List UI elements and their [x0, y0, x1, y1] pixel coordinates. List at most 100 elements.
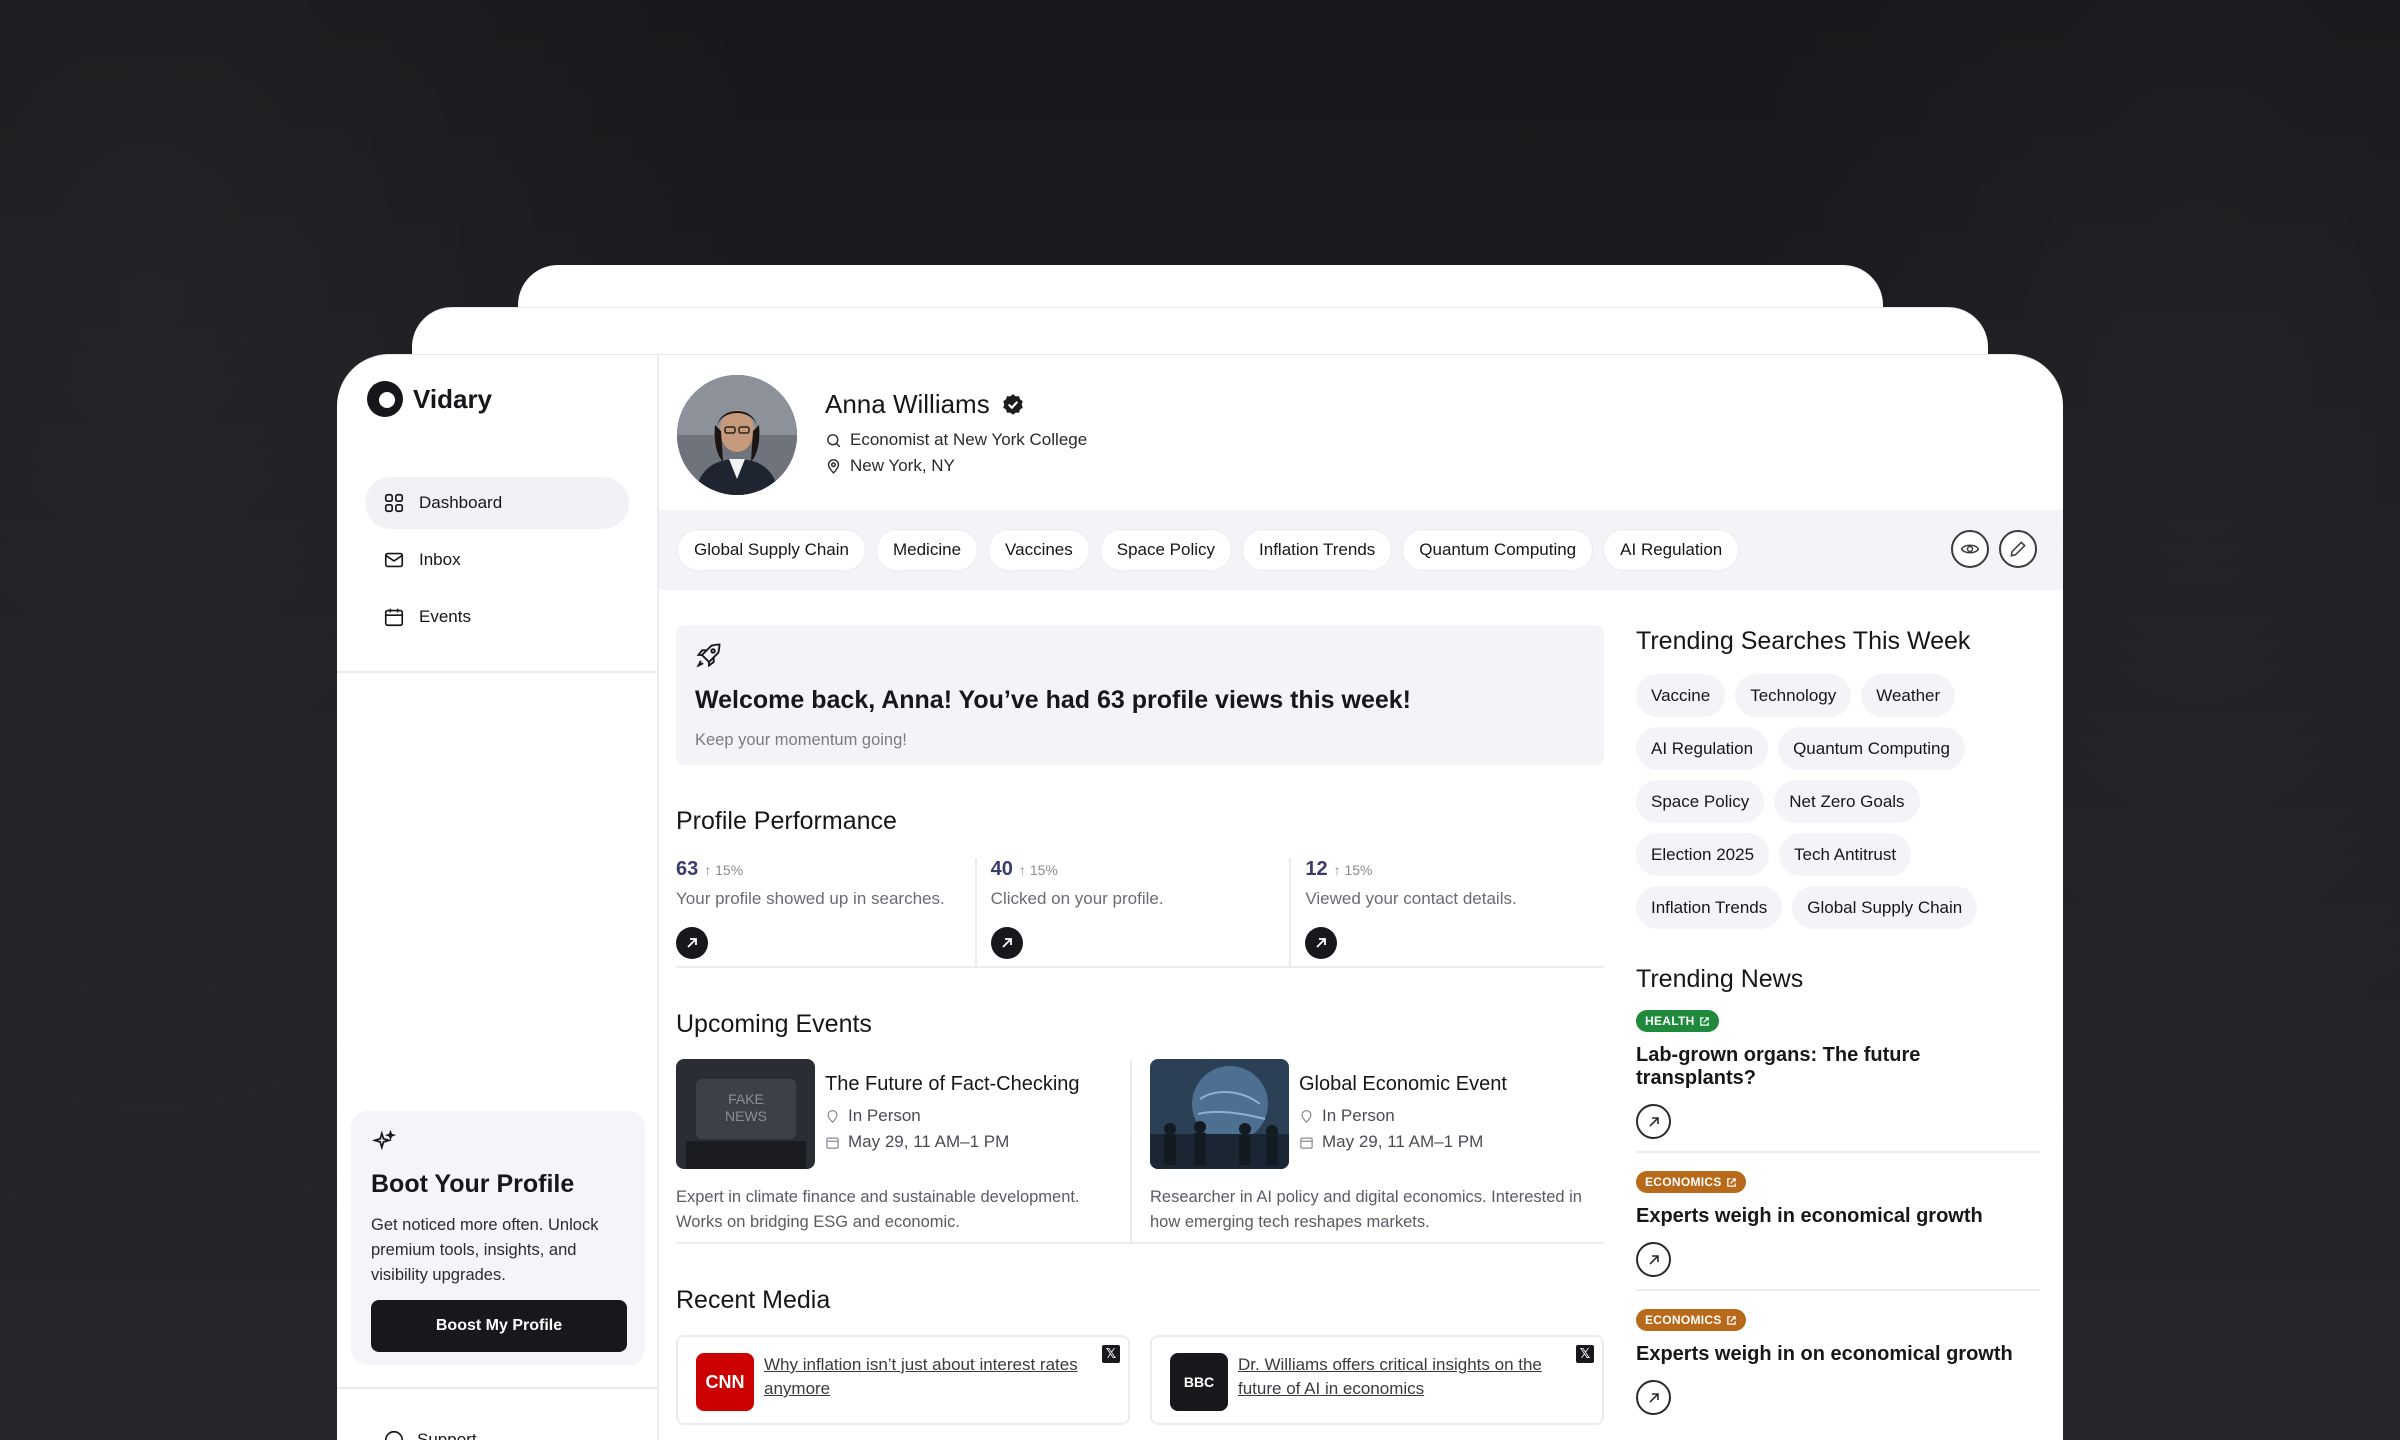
interest-tags-bar: Global Supply Chain Medicine Vaccines Sp… — [659, 510, 2063, 590]
sidebar-item-dashboard[interactable]: Dashboard — [365, 477, 629, 529]
sidebar-item-label: Support — [417, 1430, 477, 1440]
media-headline[interactable]: Dr. Williams offers critical insights on… — [1238, 1353, 1584, 1407]
section-title: Trending Searches This Week — [1636, 627, 1971, 655]
stat-link-button[interactable] — [1305, 927, 1338, 959]
welcome-title: Welcome back, Anna! You’ve had 63 profil… — [695, 686, 1411, 714]
profile-location: New York, NY — [825, 456, 1087, 476]
media-source: BBC — [1183, 1374, 1215, 1390]
event-title: Global Economic Event — [1299, 1073, 1507, 1095]
news-link-button[interactable] — [1636, 1380, 1671, 1415]
promo-text: Get noticed more often. Unlock premium t… — [371, 1216, 599, 1284]
stat-link-button[interactable] — [990, 927, 1023, 959]
sidebar: Vidary Dashboard Inbox Events Boot Your … — [337, 355, 659, 1440]
category-badge: ECONOMICS — [1636, 1171, 1746, 1193]
calendar-icon — [384, 608, 404, 627]
search-chip[interactable]: Global Supply Chain — [1792, 886, 1978, 929]
search-chip[interactable]: Space Policy — [1636, 780, 1765, 823]
edit-profile-button[interactable] — [1999, 530, 2037, 568]
eye-icon — [1960, 544, 1980, 554]
event-image — [1150, 1059, 1289, 1169]
media-headline[interactable]: Why inflation isn’t just about interest … — [764, 1353, 1110, 1407]
x-logo-icon: 𝕏 — [1102, 1345, 1120, 1363]
stat-value: 12 — [1305, 858, 1328, 880]
event-description: Researcher in AI policy and digital econ… — [1150, 1188, 1582, 1231]
stat-card: 40 ↑ 15% Clicked on your profile. — [977, 858, 1292, 966]
interest-tag[interactable]: Medicine — [875, 529, 979, 571]
stat-description: Viewed your contact details. — [1305, 889, 1517, 908]
interest-tag[interactable]: Quantum Computing — [1402, 529, 1594, 571]
profile-location-text: New York, NY — [850, 456, 955, 475]
sparkles-icon — [371, 1129, 397, 1151]
sidebar-item-events[interactable]: Events — [365, 591, 629, 643]
sidebar-nav: Dashboard Inbox Events — [365, 477, 629, 648]
interest-tag[interactable]: Inflation Trends — [1242, 529, 1393, 571]
boost-promo-card: Boot Your Profile Get noticed more often… — [351, 1111, 645, 1365]
sidebar-item-support[interactable]: Support — [383, 1429, 477, 1440]
boost-profile-button[interactable]: Boost My Profile — [371, 1300, 627, 1352]
sidebar-item-label: Events — [419, 607, 471, 626]
news-link-button[interactable] — [1636, 1242, 1671, 1277]
category-label: ECONOMICS — [1645, 1175, 1722, 1189]
logo-icon — [367, 381, 403, 417]
fake-news-photo: FAKE NEWS — [676, 1059, 815, 1169]
search-chip[interactable]: Quantum Computing — [1778, 727, 1965, 770]
search-chip[interactable]: AI Regulation — [1636, 727, 1769, 770]
external-link-icon — [1699, 1016, 1709, 1026]
interest-tag[interactable]: AI Regulation — [1603, 529, 1740, 571]
calendar-icon — [1300, 1137, 1313, 1149]
media-source: CNN — [705, 1371, 745, 1392]
event-mode-text: In Person — [1322, 1106, 1395, 1125]
verified-badge-icon — [1002, 393, 1023, 415]
promo-title: Boot Your Profile — [371, 1170, 575, 1198]
event-card[interactable]: FAKE NEWS The Future of Fact-Checking In… — [676, 1059, 1130, 1242]
stat-link-button[interactable] — [676, 927, 708, 959]
media-card[interactable]: CNN Why inflation isn’t just about inter… — [676, 1335, 1130, 1425]
left-column: Welcome back, Anna! You’ve had 63 profil… — [676, 625, 1604, 1425]
help-icon — [384, 1430, 404, 1440]
stat-card: 63 ↑ 15% Your profile showed up in search… — [676, 858, 977, 966]
logo[interactable]: Vidary — [365, 379, 492, 419]
search-chip[interactable]: Weather — [1861, 674, 1956, 717]
pencil-icon — [2010, 541, 2026, 557]
section-title: Upcoming Events — [676, 1010, 872, 1038]
news-item[interactable]: HEALTH Lab-grown organs: The future tran… — [1636, 1010, 2040, 1153]
avatar[interactable] — [677, 375, 797, 495]
arrow-up-right-icon — [1002, 938, 1012, 948]
interest-tag[interactable]: Vaccines — [988, 529, 1090, 571]
view-profile-button[interactable] — [1951, 530, 1989, 568]
section-title: Recent Media — [676, 1286, 831, 1314]
arrow-up-right-icon — [1316, 938, 1327, 948]
media-card[interactable]: BBC Dr. Williams offers critical insight… — [1150, 1335, 1604, 1425]
app-name: Vidary — [413, 383, 493, 414]
external-link-icon — [1726, 1177, 1736, 1187]
interest-tag[interactable]: Global Supply Chain — [677, 529, 866, 571]
globe-crowd-photo — [1150, 1059, 1289, 1169]
stat-delta: ↑ 15% — [704, 862, 744, 878]
search-chip[interactable]: Election 2025 — [1636, 833, 1770, 876]
event-mode-text: In Person — [848, 1106, 921, 1125]
event-description: Expert in climate finance and sustainabl… — [676, 1188, 1080, 1231]
news-link-button[interactable] — [1636, 1104, 1671, 1139]
sidebar-item-label: Inbox — [419, 550, 461, 569]
location-pin-icon — [1301, 1109, 1312, 1123]
news-item[interactable]: ECONOMICS Experts weigh in on economical… — [1636, 1309, 2040, 1427]
category-badge: HEALTH — [1636, 1010, 1719, 1032]
interest-tag[interactable]: Space Policy — [1099, 529, 1233, 571]
event-image: FAKE NEWS — [676, 1059, 815, 1169]
search-chip[interactable]: Technology — [1735, 674, 1852, 717]
grid-icon — [384, 493, 404, 513]
event-card[interactable]: Global Economic Event In Person May 29, … — [1130, 1059, 1604, 1242]
search-chip[interactable]: Tech Antitrust — [1779, 833, 1912, 876]
sidebar-item-label: Dashboard — [419, 493, 503, 512]
events-list: FAKE NEWS The Future of Fact-Checking In… — [676, 1059, 1604, 1244]
calendar-icon — [826, 1137, 839, 1149]
person-photo — [677, 375, 797, 495]
category-label: HEALTH — [1645, 1014, 1695, 1028]
category-badge: ECONOMICS — [1636, 1309, 1746, 1331]
search-chip[interactable]: Net Zero Goals — [1774, 780, 1920, 823]
search-chip[interactable]: Inflation Trends — [1636, 886, 1783, 929]
news-item[interactable]: ECONOMICS Experts weigh in economical gr… — [1636, 1171, 2040, 1291]
stat-delta-value: 15% — [715, 862, 744, 878]
search-chip[interactable]: Vaccine — [1636, 674, 1726, 717]
sidebar-item-inbox[interactable]: Inbox — [365, 534, 629, 586]
